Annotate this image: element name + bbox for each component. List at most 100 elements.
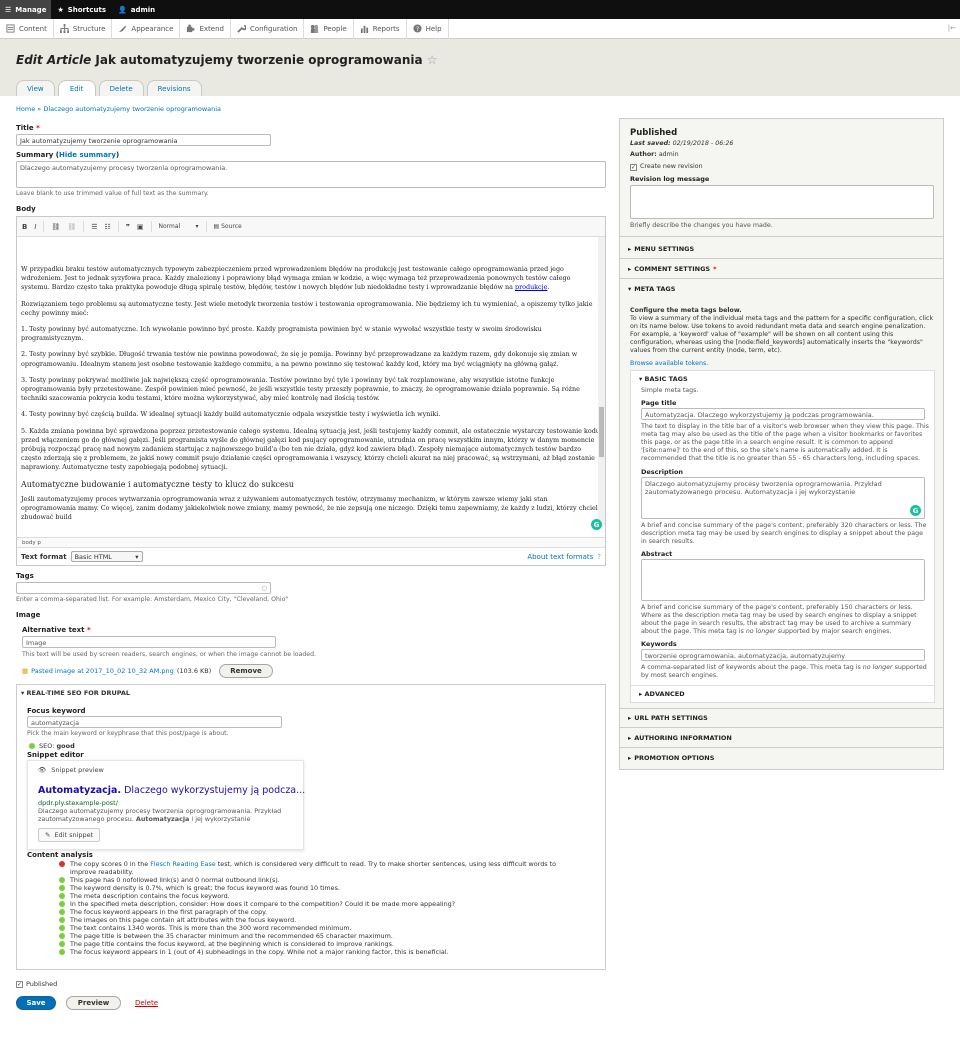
edit-snippet-button[interactable]: ✎ Edit snippet (38, 828, 101, 842)
description-meta-help: A brief and concise summary of the page'… (641, 522, 927, 545)
breadcrumb-current[interactable]: Dlaczego automatyzujemy tworzenie oprogr… (43, 105, 221, 113)
delete-link[interactable]: Delete (135, 999, 158, 1007)
url-path-section[interactable]: ▸ URL PATH SETTINGS (620, 708, 943, 728)
authoring-section[interactable]: ▸ AUTHORING INFORMATION (620, 728, 943, 748)
paragraph-text: W przypadku braku testów automatycznych … (21, 265, 571, 292)
snippet-preview-label: Snippet preview (51, 766, 104, 774)
analysis-dot-good (59, 901, 65, 907)
hide-summary-link[interactable]: Hide summary (59, 151, 116, 159)
snippet-title[interactable]: Automatyzacja. Dlaczego wykorzystujemy j… (38, 785, 305, 796)
snippet-description[interactable]: Dlaczego automatyzujemy procesy tworzeni… (38, 807, 298, 823)
author-line: Author: admin (630, 151, 679, 159)
tray-reports[interactable]: Reports (354, 18, 407, 39)
blockquote-icon[interactable]: ❞ (126, 223, 130, 231)
preview-button[interactable]: Preview (66, 996, 121, 1010)
save-button[interactable]: Save (16, 996, 56, 1010)
title-input[interactable]: Jak automatyzujemy tworzenie oprogramowa… (16, 134, 271, 146)
alt-text-help: This text will be used by screen readers… (22, 651, 317, 658)
tray-content[interactable]: Content (0, 18, 54, 39)
flesch-link[interactable]: Flesch Reading Ease (150, 860, 216, 868)
tray-orientation-toggle[interactable]: |← (948, 24, 956, 32)
tray-configuration[interactable]: Configuration (231, 18, 305, 39)
new-revision-label: Create new revision (640, 163, 703, 170)
grammarly-icon[interactable]: G (910, 505, 921, 516)
tray-help[interactable]: ? Help (407, 18, 449, 39)
manage-menu[interactable]: ☰ Manage (0, 0, 52, 19)
editor-content[interactable]: W przypadku braku testów automatycznych … (17, 237, 605, 537)
snippet-preview-toggle[interactable]: 👁 Snippet preview (38, 766, 104, 774)
body-paragraph: Rozwiązaniem tego problemu są automatycz… (21, 299, 593, 317)
tray-label: Appearance (131, 24, 174, 33)
production-link[interactable]: produkcję (515, 283, 547, 291)
pencil-icon: ✎ (45, 831, 51, 839)
promotion-section[interactable]: ▸ PROMOTION OPTIONS (620, 748, 943, 768)
numbered-list-icon[interactable]: ☷ (104, 223, 110, 231)
italic-icon[interactable]: I (34, 223, 36, 231)
keywords-meta-label: Keywords (641, 640, 677, 648)
source-button[interactable]: ▤ Source (214, 223, 242, 230)
link-icon[interactable]: ⛓ (51, 223, 60, 231)
image-icon[interactable]: ▣ (137, 223, 144, 231)
page-title-meta-input[interactable]: Automatyzacja. Dlaczego wykorzystujemy j… (641, 408, 925, 420)
tray-people[interactable]: People (304, 18, 354, 39)
new-revision-checkbox[interactable]: ✓ (630, 163, 637, 171)
tab-view[interactable]: View (16, 80, 55, 96)
basic-tags-desc: Simple meta tags. (641, 387, 699, 394)
unlink-icon[interactable]: ⛓ (67, 223, 76, 231)
tags-input[interactable]: ○ (16, 582, 271, 594)
section-label: AUTHORING INFORMATION (634, 733, 732, 742)
revlog-textarea[interactable] (630, 185, 934, 219)
basic-tags-heading[interactable]: ▾ BASIC TAGS (639, 375, 688, 383)
seo-heading[interactable]: ▾ REAL-TIME SEO FOR DRUPAL (21, 689, 130, 697)
file-link[interactable]: Pasted image at 2017_10_02 10_32 AM.png (31, 667, 174, 675)
bold-icon[interactable]: B (22, 223, 27, 231)
last-saved: Last saved: 02/19/2018 - 06:26 (630, 140, 733, 148)
snippet-url[interactable]: dpdr.ply.stexample-post/ (38, 799, 118, 807)
advanced-fieldset[interactable]: ▸ ADVANCED (630, 685, 935, 703)
editor-scrollbar[interactable] (598, 237, 605, 527)
user-menu[interactable]: 👤 admin (112, 0, 161, 19)
hamburger-icon: ☰ (5, 5, 12, 14)
published-checkbox[interactable]: ✓ (16, 980, 23, 988)
help-circle-icon[interactable]: ? (597, 553, 601, 561)
remove-button[interactable]: Remove (219, 664, 273, 678)
analysis-text: The copy scores 0 in the Flesch Reading … (70, 860, 559, 876)
alt-text-input[interactable]: Image (22, 636, 276, 648)
browse-tokens-link[interactable]: Browse available tokens. (630, 360, 708, 368)
body-paragraph: Jeśli zautomatyzujemy proces wytwarzania… (21, 494, 600, 522)
grammarly-icon[interactable]: G (591, 519, 602, 530)
score-value: good (56, 742, 75, 750)
toolbar-separator (205, 221, 207, 232)
file-size: (103.6 KB) (176, 667, 212, 675)
element-path: body p (17, 537, 605, 547)
comment-settings-section[interactable]: ▸ COMMENT SETTINGS * (620, 259, 943, 279)
summary-textarea[interactable]: Dlaczego automatyzujemy procesy tworzeni… (16, 161, 606, 188)
tray-appearance[interactable]: Appearance (112, 18, 181, 39)
text-format-select[interactable]: Basic HTML ▾ (70, 551, 143, 562)
analysis-text: The meta description contains the focus … (70, 892, 230, 900)
tab-revisions[interactable]: Revisions (146, 80, 202, 96)
focus-keyword-input[interactable]: automatyzacja (27, 716, 282, 728)
breadcrumb-home[interactable]: Home (16, 105, 35, 113)
tray-structure[interactable]: Structure (54, 18, 113, 39)
format-dropdown[interactable]: Normal ▾ (159, 223, 199, 230)
description-meta-textarea[interactable]: Dlaczego automatyzujemy procesy tworzeni… (641, 477, 925, 519)
bulleted-list-icon[interactable]: ☰ (91, 223, 97, 231)
about-text-formats-link[interactable]: About text formats (527, 553, 593, 561)
tray-label: Reports (372, 24, 400, 33)
toolbar-separator (150, 221, 152, 232)
tray-extend[interactable]: Extend (180, 18, 231, 39)
help-text: supported by major search engines. (775, 628, 892, 635)
keywords-meta-input[interactable]: tworzenie oprogramowania, automatyzacja,… (641, 649, 925, 661)
score-label: SEO: (39, 742, 55, 750)
abstract-meta-textarea[interactable] (641, 559, 925, 601)
scrollbar-thumb[interactable] (599, 407, 604, 457)
tab-delete[interactable]: Delete (98, 80, 144, 96)
meta-tags-section[interactable]: ▾ META TAGS (620, 279, 943, 299)
tab-edit[interactable]: Edit (57, 80, 96, 96)
analysis-text: In the specified meta description, consi… (70, 900, 456, 908)
shortcuts-menu[interactable]: ★ Shortcuts (51, 0, 112, 19)
analysis-text: The focus keyword appears in 1 (out of 4… (70, 948, 449, 956)
menu-settings-section[interactable]: ▸ MENU SETTINGS (620, 239, 943, 259)
bookmark-star-icon[interactable]: ☆ (427, 53, 438, 67)
